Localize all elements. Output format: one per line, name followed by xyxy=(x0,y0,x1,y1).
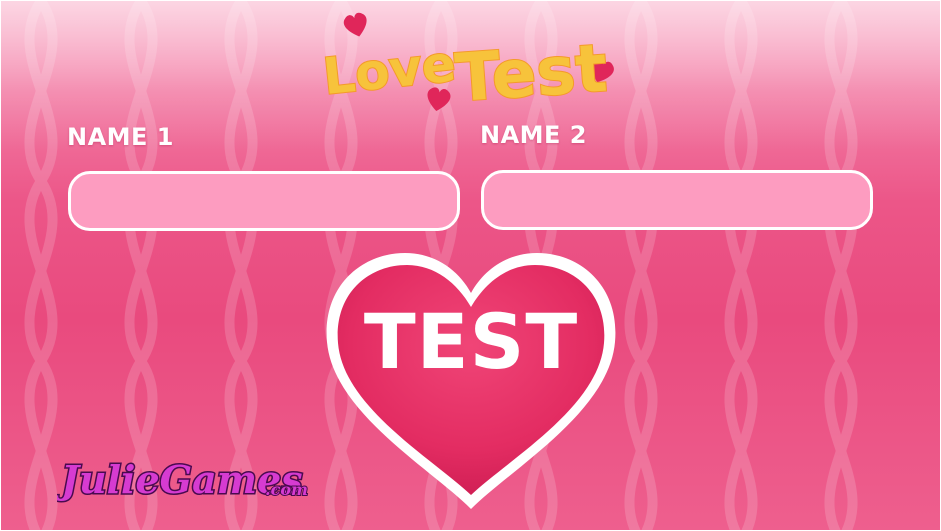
game-screen: Love Test NAME 1 NAME 2 TEST JulieGames … xyxy=(1,1,940,530)
name2-input[interactable] xyxy=(481,170,873,230)
name2-label: NAME 2 xyxy=(480,121,587,149)
heart-icon xyxy=(343,12,367,37)
title-word-test: Test xyxy=(453,30,610,117)
test-button[interactable]: TEST xyxy=(321,247,621,517)
game-title-logo: Love Test xyxy=(319,12,614,118)
test-button-label: TEST xyxy=(363,297,579,386)
brand-suffix: .com xyxy=(265,480,308,499)
brand-logo[interactable]: JulieGames .com xyxy=(57,449,317,511)
name1-label: NAME 1 xyxy=(67,123,174,151)
name1-input[interactable] xyxy=(68,171,460,231)
